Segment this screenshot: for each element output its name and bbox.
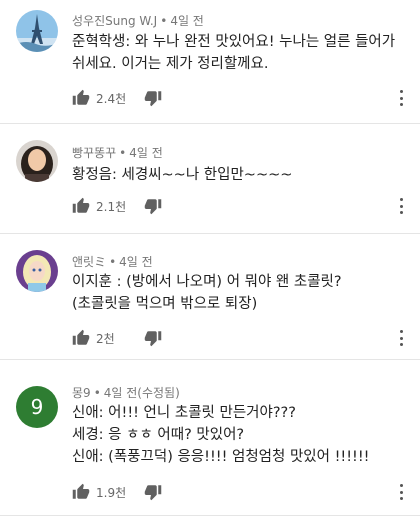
elsa-cartoon-avatar-icon[interactable]	[16, 250, 58, 292]
thumbs-down-icon[interactable]	[144, 483, 162, 501]
eiffel-tower-avatar-icon[interactable]	[16, 10, 58, 52]
more-options-icon[interactable]	[394, 482, 408, 502]
comment-actions: 2천	[72, 326, 162, 350]
comment-time: 4일 전(수정됨)	[103, 386, 180, 400]
letter-avatar-icon[interactable]: 9	[16, 386, 58, 428]
comment-time: 4일 전	[170, 14, 204, 28]
more-options-icon[interactable]	[394, 328, 408, 348]
comment-actions: 2.4천	[72, 86, 162, 110]
comment-text: 준혁학생: 와 누나 완전 맛있어요! 누나는 얼른 들어가 쉬세요. 이거는 …	[72, 31, 396, 75]
comment-text: 황정음: 세경씨~~나 한입만~~~~	[72, 164, 396, 186]
separator-dot: •	[119, 146, 127, 160]
comment-line: 준혁학생: 와 누나 완전 맛있어요! 누나는 얼른 들어가	[72, 34, 396, 50]
comment-line: 쉬세요. 이거는 제가 정리할께요.	[72, 56, 269, 72]
thumbs-up-icon[interactable]	[72, 483, 90, 501]
separator-dot: •	[109, 255, 117, 269]
comment-time: 4일 전	[129, 146, 163, 160]
like-count: 1.9천	[96, 485, 127, 500]
comment-text: 신애: 어!!! 언니 초콜릿 만든거야??? 세경: 응 ㅎㅎ 어때? 맛있어…	[72, 402, 396, 468]
comment-line: 이지훈 : (방에서 나오며) 어 뭐야 왠 초콜릿?	[72, 274, 342, 290]
separator-dot: •	[160, 14, 168, 28]
comment-time: 4일 전	[119, 255, 153, 269]
comment-item: 성우진Sung W.J • 4일 전 준혁학생: 와 누나 완전 맛있어요! 누나는…	[0, 0, 420, 122]
comment-actions: 1.9천	[72, 480, 162, 504]
comment-line: 세경: 응 ㅎㅎ 어때? 맛있어?	[72, 427, 245, 443]
avatar-letter: 9	[30, 395, 44, 419]
comment-item: 앤릿ミ • 4일 전 이지훈 : (방에서 나오며) 어 뭐야 왠 초콜릿? (초콜…	[0, 234, 420, 358]
comment-text: 이지훈 : (방에서 나오며) 어 뭐야 왠 초콜릿? (초콜릿을 먹으며 밖으…	[72, 271, 396, 315]
comment-item: 빵꾸똥꾸 • 4일 전 황정음: 세경씨~~나 한입만~~~~ 2.1천	[0, 124, 420, 232]
comment-line: 신애: 어!!! 언니 초콜릿 만든거야???	[72, 405, 296, 421]
comment-line: 신애: (폭풍끄덕) 응응!!!! 엄청엄청 맛있어 !!!!!!	[72, 449, 370, 465]
comment-author[interactable]: 성우진Sung W.J	[72, 14, 157, 28]
more-options-icon[interactable]	[394, 88, 408, 108]
comment-actions: 2.1천	[72, 194, 162, 218]
comment-author[interactable]: 앤릿ミ	[72, 255, 106, 269]
comment-meta: 빵꾸똥꾸 • 4일 전	[72, 144, 163, 161]
girl-photo-avatar-icon[interactable]	[16, 140, 58, 182]
comment-line: (초콜릿을 먹으며 밖으로 퇴장)	[72, 296, 258, 312]
thumbs-down-icon[interactable]	[144, 329, 162, 347]
comment-meta: 성우진Sung W.J • 4일 전	[72, 12, 204, 29]
thumbs-down-icon[interactable]	[144, 197, 162, 215]
like-count: 2.1천	[96, 199, 127, 214]
like-count: 2천	[96, 331, 115, 346]
comment-meta: 앤릿ミ • 4일 전	[72, 253, 153, 270]
comment-author[interactable]: 빵꾸똥꾸	[72, 146, 116, 160]
divider	[0, 515, 420, 516]
thumbs-up-icon[interactable]	[72, 89, 90, 107]
thumbs-up-icon[interactable]	[72, 329, 90, 347]
separator-dot: •	[93, 386, 101, 400]
like-count: 2.4천	[96, 91, 127, 106]
comment-line: 황정음: 세경씨~~나 한입만~~~~	[72, 167, 293, 183]
thumbs-down-icon[interactable]	[144, 89, 162, 107]
comment-author[interactable]: 몽9	[72, 386, 91, 400]
comment-item: 9 몽9 • 4일 전(수정됨) 신애: 어!!! 언니 초콜릿 만든거야??? 세…	[0, 360, 420, 520]
more-options-icon[interactable]	[394, 196, 408, 216]
thumbs-up-icon[interactable]	[72, 197, 90, 215]
comment-meta: 몽9 • 4일 전(수정됨)	[72, 384, 180, 401]
